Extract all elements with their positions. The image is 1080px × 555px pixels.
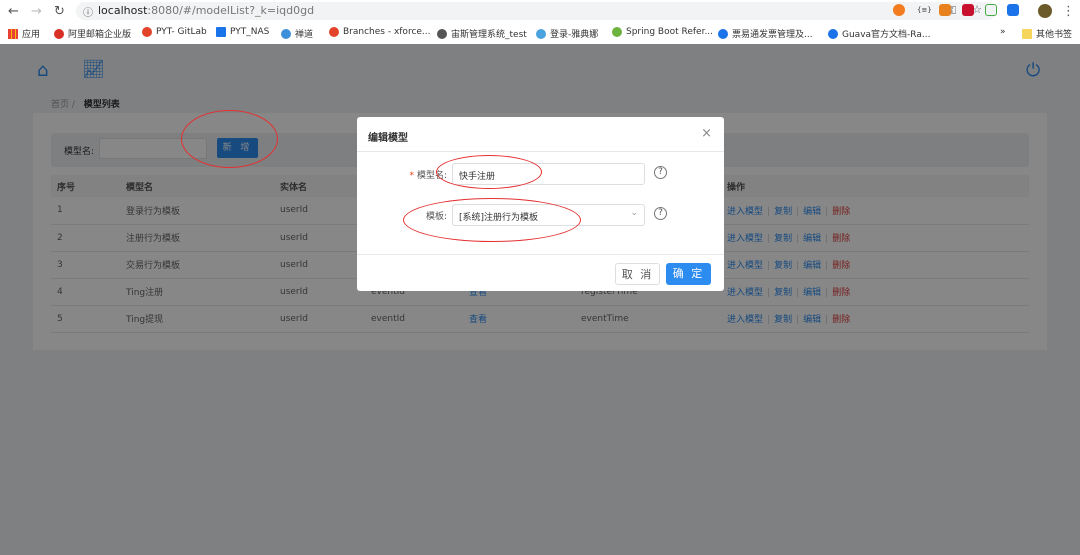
help-icon[interactable]: ? <box>654 207 667 220</box>
guava-icon <box>828 28 838 39</box>
menu-icon[interactable]: ⋮ <box>1062 4 1075 19</box>
back-icon[interactable]: ← <box>8 4 19 19</box>
gitlab-icon <box>329 27 339 37</box>
address-bar[interactable]: ⓘ localhost:8080/#/modelList?_k=iqd0gd ⚿… <box>76 2 996 20</box>
bookmark[interactable]: 登录-雅典娜 <box>536 27 598 40</box>
apps-icon <box>8 28 18 39</box>
globe-icon <box>281 28 291 39</box>
bookmark-label: Spring Boot Refer... <box>626 27 714 37</box>
required-mark: * <box>409 171 414 181</box>
bookmark[interactable]: 禅道 <box>281 27 313 40</box>
bookmark-label: 宙斯管理系统_test <box>451 30 527 40</box>
athena-icon <box>536 28 546 39</box>
url-host: localhost <box>98 4 148 17</box>
chevron-down-icon: ⌄ <box>630 208 638 218</box>
bookmark-label: 登录-雅典娜 <box>550 30 599 40</box>
json-extension-icon[interactable]: {≡} <box>917 6 932 18</box>
bookmark[interactable]: PYT_NAS <box>216 27 269 37</box>
dialog-title: 编辑模型 <box>357 117 724 152</box>
bookmark-label: 票易通发票管理及... <box>732 30 813 40</box>
metamask-icon[interactable] <box>939 4 951 16</box>
annotation-circle <box>181 110 278 168</box>
help-icon[interactable]: ? <box>654 166 667 179</box>
close-icon[interactable]: × <box>701 126 712 141</box>
bookmark[interactable]: Guava官方文档-Ra... <box>828 27 930 40</box>
bookmark-apps[interactable]: 应用 <box>8 27 40 40</box>
extension-icon[interactable] <box>893 4 905 16</box>
mail-icon <box>54 28 64 39</box>
bookmark[interactable]: Spring Boot Refer... <box>612 27 713 37</box>
reload-icon[interactable]: ↻ <box>54 4 65 19</box>
dialog-footer: 取 消 确 定 <box>357 254 724 291</box>
bookmark-label: PYT- GitLab <box>156 27 207 37</box>
forward-icon[interactable]: → <box>31 4 42 19</box>
extension-icon[interactable] <box>1007 4 1019 16</box>
more-bookmarks[interactable]: » <box>1000 27 1006 37</box>
bookmark[interactable]: PYT- GitLab <box>142 27 207 37</box>
confirm-button[interactable]: 确 定 <box>666 263 711 285</box>
bookmark[interactable]: 阿里邮箱企业版 <box>54 27 131 40</box>
bookmark-label: Guava官方文档-Ra... <box>842 30 931 40</box>
other-bookmarks[interactable]: 其他书签 <box>1022 27 1072 40</box>
annotation-circle <box>436 155 542 189</box>
bookmark-label: Branches - xforce... <box>343 27 431 37</box>
bookmark[interactable]: 宙斯管理系统_test <box>437 27 527 40</box>
info-icon: ⓘ <box>83 8 93 19</box>
browser-chrome: ← → ↻ ⓘ localhost:8080/#/modelList?_k=iq… <box>0 0 1080 44</box>
cancel-button[interactable]: 取 消 <box>615 263 660 285</box>
flash-icon[interactable] <box>962 4 974 16</box>
nas-icon <box>216 27 226 37</box>
spring-icon <box>612 27 622 37</box>
extension-icon[interactable] <box>985 4 997 16</box>
bookmark-label: 其他书签 <box>1036 30 1073 40</box>
site-icon <box>718 28 728 39</box>
globe-icon <box>437 28 447 39</box>
gitlab-icon <box>142 27 152 37</box>
more-label: » <box>1000 27 1006 37</box>
bookmark[interactable]: 票易通发票管理及... <box>718 27 813 40</box>
bookmark[interactable]: Branches - xforce... <box>329 27 431 37</box>
bookmark-label: 阿里邮箱企业版 <box>68 30 132 40</box>
folder-icon <box>1022 28 1032 39</box>
bookmark-label: 禅道 <box>295 30 314 40</box>
url-path: :8080/#/modelList?_k=iqd0gd <box>147 4 315 17</box>
annotation-circle <box>403 198 581 242</box>
bookmark-label: 应用 <box>22 30 41 40</box>
avatar[interactable] <box>1038 4 1052 18</box>
bookmark-label: PYT_NAS <box>230 27 270 37</box>
